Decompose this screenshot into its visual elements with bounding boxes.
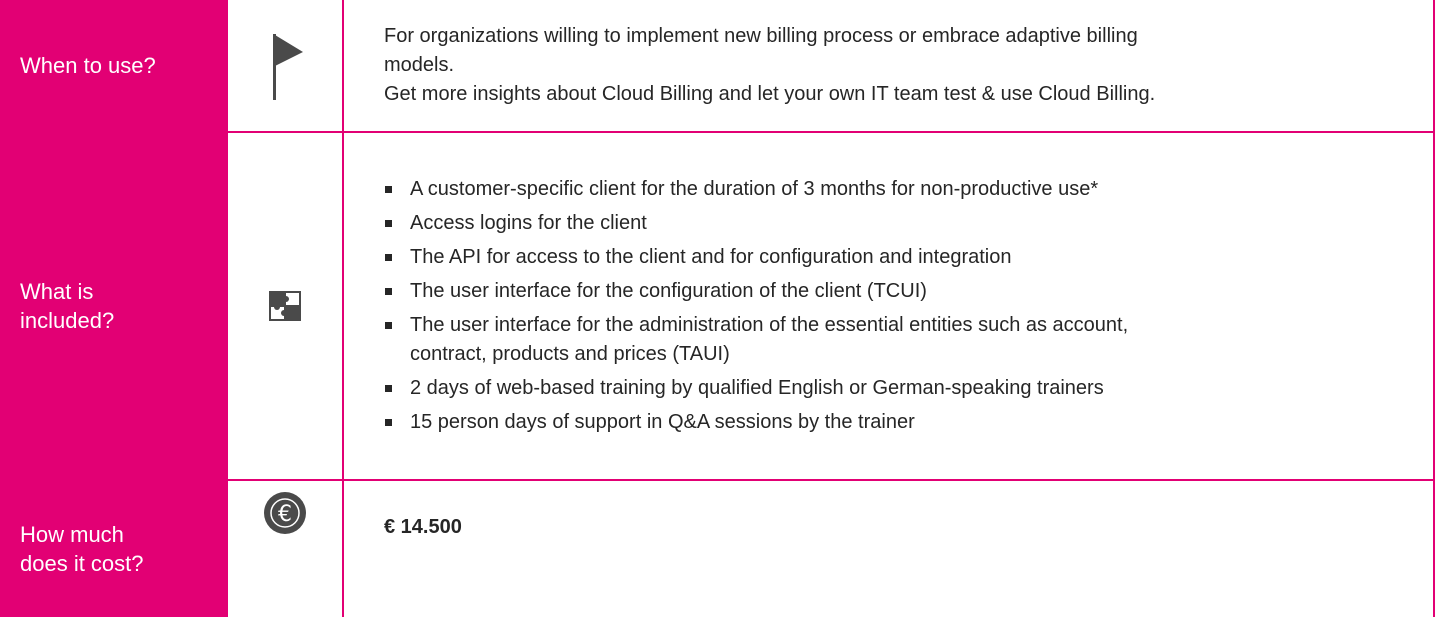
content-when: For organizations willing to implement n… [344, 0, 1435, 131]
puzzle-icon [269, 291, 301, 321]
list-item: A customer-specific client for the durat… [384, 175, 1128, 204]
flag-icon [273, 33, 303, 100]
label-when-to-use: When to use? [0, 0, 228, 131]
when-line: For organizations willing to implement n… [384, 25, 1138, 47]
content-cost: € 14.500 [344, 481, 1435, 617]
icon-cell-included [228, 133, 342, 479]
when-line: models. [384, 54, 455, 76]
label-what-is-included-text: What is included? [20, 279, 115, 333]
label-how-much-text: How much does it cost? [20, 522, 144, 576]
included-list: A customer-specific client for the durat… [384, 175, 1128, 437]
row-divider [0, 131, 1435, 133]
row-divider [0, 479, 1435, 481]
label-when-to-use-text: When to use? [20, 53, 156, 78]
svg-text:€: € [278, 502, 292, 527]
when-line: Get more insights about Cloud Billing an… [384, 83, 1156, 105]
column-divider [342, 0, 344, 617]
icon-cell-when [228, 0, 342, 131]
label-how-much: How much does it cost? [0, 481, 228, 617]
right-border [1433, 0, 1435, 617]
euro-icon: € [264, 492, 306, 534]
list-item: Access logins for the client [384, 209, 1128, 238]
list-item: 15 person days of support in Q&A session… [384, 408, 1128, 437]
label-what-is-included: What is included? [0, 133, 228, 479]
price-value: € 14.500 [384, 516, 462, 538]
list-item: 2 days of web-based training by qualifie… [384, 374, 1128, 403]
list-item: The API for access to the client and for… [384, 243, 1128, 272]
list-item: The user interface for the configuration… [384, 277, 1128, 306]
info-table: When to use? For organizations willing t… [0, 0, 1448, 617]
icon-cell-cost: € [228, 481, 342, 617]
content-included: A customer-specific client for the durat… [344, 133, 1435, 479]
list-item: The user interface for the administratio… [384, 311, 1128, 369]
